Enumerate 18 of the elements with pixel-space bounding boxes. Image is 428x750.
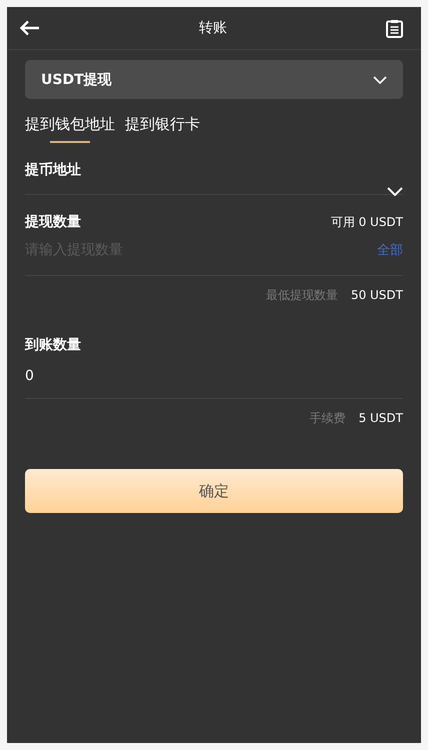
arrival-amount: 0: [25, 368, 34, 384]
tab[interactable]: 提到银行卡: [125, 115, 200, 143]
field-label: 到账数量: [25, 336, 81, 354]
clipboard-icon[interactable]: [386, 18, 403, 38]
available-balance: 可用 0 USDT: [330, 214, 403, 230]
chevron-down-icon[interactable]: [387, 187, 403, 196]
field-label: 提币地址: [25, 162, 81, 178]
back-arrow-icon[interactable]: [20, 20, 40, 36]
fee-value: 5 USDT: [358, 411, 403, 425]
confirm-button[interactable]: 确定: [25, 469, 403, 513]
minimum-label: 最低提现数量: [266, 286, 338, 304]
chevron-down-icon: [373, 76, 387, 84]
minimum-value: 50 USDT: [350, 288, 403, 302]
fee-label: 手续费: [310, 410, 346, 426]
tab[interactable]: 提到钱包地址: [25, 115, 115, 143]
field-label: 提现数量: [25, 213, 81, 231]
page-title: 转账: [199, 19, 227, 37]
currency-dropdown[interactable]: USDT提现: [25, 60, 403, 99]
